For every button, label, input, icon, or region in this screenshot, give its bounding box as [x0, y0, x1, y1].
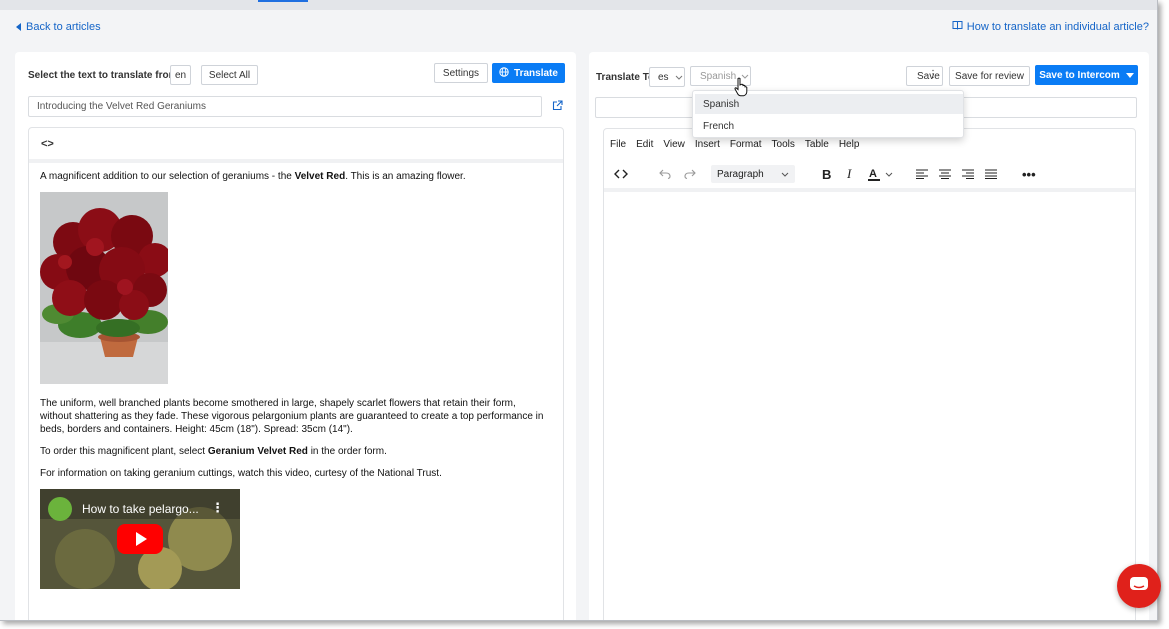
text-color-icon[interactable]: A: [867, 163, 893, 185]
source-content-box[interactable]: <> A magnificent addition to our selecti…: [28, 127, 564, 620]
play-button[interactable]: [117, 524, 163, 554]
globe-icon: [499, 66, 509, 80]
source-panel: Select the text to translate from en Sel…: [15, 52, 576, 620]
menu-format[interactable]: Format: [730, 139, 762, 150]
source-lang-field[interactable]: en: [170, 65, 191, 85]
bold-icon[interactable]: B: [822, 163, 831, 185]
align-center-icon[interactable]: [939, 163, 951, 185]
translate-to-label: Translate To: [596, 72, 655, 83]
menu-view[interactable]: View: [663, 139, 685, 150]
target-lang-code: es: [658, 71, 669, 83]
toolbar-divider: [29, 159, 563, 163]
redo-icon[interactable]: [684, 163, 696, 185]
chat-launcher-button[interactable]: [1117, 564, 1161, 608]
chat-icon: [1129, 576, 1149, 597]
back-to-articles-link[interactable]: Back to articles: [16, 21, 101, 33]
language-option-french[interactable]: French: [695, 116, 963, 136]
save-for-review-button[interactable]: Save for review: [949, 66, 1030, 86]
align-right-icon[interactable]: [962, 163, 974, 185]
more-vertical-icon[interactable]: ⋮: [211, 501, 224, 514]
article-paragraph-1: A magnificent addition to our selection …: [40, 171, 466, 182]
play-icon: [136, 532, 147, 546]
article-paragraph-3: To order this magnificent plant, select …: [40, 446, 387, 457]
chevron-down-icon: [675, 72, 683, 83]
menu-file[interactable]: File: [610, 139, 626, 150]
align-left-icon[interactable]: [916, 163, 928, 185]
settings-button[interactable]: Settings: [434, 63, 488, 83]
block-format-value: Paragraph: [717, 168, 764, 180]
italic-icon[interactable]: I: [847, 163, 851, 185]
hand-cursor-icon: [734, 77, 748, 100]
help-link-label: How to translate an individual article?: [966, 20, 1149, 33]
editor-divider: [604, 188, 1135, 192]
video-embed[interactable]: How to take pelargo... ⋮: [40, 489, 240, 589]
undo-icon[interactable]: [659, 163, 671, 185]
top-tab-strip: [0, 0, 1157, 10]
save-to-intercom-label: Save to Intercom: [1039, 69, 1120, 81]
menu-insert[interactable]: Insert: [695, 139, 720, 150]
open-external-icon[interactable]: [552, 100, 563, 114]
more-toolbar-icon[interactable]: •••: [1022, 163, 1036, 185]
target-lang-code-select[interactable]: es: [649, 67, 685, 87]
align-justify-icon[interactable]: [985, 163, 997, 185]
menu-tools[interactable]: Tools: [772, 139, 795, 150]
save-to-intercom-button[interactable]: Save to Intercom: [1035, 65, 1138, 85]
back-arrow-icon: [16, 23, 21, 31]
menu-table[interactable]: Table: [805, 139, 829, 150]
editor-menubar: File Edit View Insert Format Tools Table…: [610, 139, 869, 150]
target-language-value: Spanish: [700, 70, 737, 82]
app-frame: Back to articles How to translate an ind…: [0, 0, 1158, 621]
chevron-down-icon: [781, 169, 789, 180]
target-editor[interactable]: File Edit View Insert Format Tools Table…: [603, 128, 1136, 620]
article-paragraph-2: The uniform, well branched plants become…: [40, 398, 544, 435]
source-code-toggle[interactable]: <>: [41, 138, 54, 150]
translate-button[interactable]: Translate: [492, 63, 565, 83]
book-icon: [952, 20, 963, 33]
geranium-image: [40, 192, 168, 384]
source-select-label: Select the text to translate from: [28, 70, 178, 81]
back-link-label: Back to articles: [26, 21, 101, 33]
source-article: A magnificent addition to our selection …: [40, 170, 550, 589]
svg-text:A: A: [869, 168, 877, 180]
translate-button-label: Translate: [514, 67, 558, 79]
source-title-input[interactable]: Introducing the Velvet Red Geraniums: [28, 96, 542, 117]
menu-edit[interactable]: Edit: [636, 139, 653, 150]
caret-down-icon: [1125, 70, 1134, 81]
language-dropdown: Spanish French: [692, 90, 964, 138]
menu-help[interactable]: Help: [839, 139, 860, 150]
block-format-select[interactable]: Paragraph: [711, 165, 795, 183]
source-code-icon[interactable]: [614, 163, 628, 185]
active-tab-indicator: [258, 0, 308, 2]
article-paragraph-4: For information on taking geranium cutti…: [40, 468, 442, 479]
format-toolbar: Paragraph B I A •••: [614, 163, 1114, 185]
help-link[interactable]: How to translate an individual article?: [952, 20, 1149, 33]
select-all-button[interactable]: Select All: [201, 65, 258, 85]
video-title: How to take pelargo...: [82, 502, 199, 516]
channel-logo-icon: [48, 497, 72, 521]
save-button[interactable]: Save ⋮: [906, 66, 943, 86]
more-options-icon[interactable]: ⋮: [928, 69, 938, 80]
